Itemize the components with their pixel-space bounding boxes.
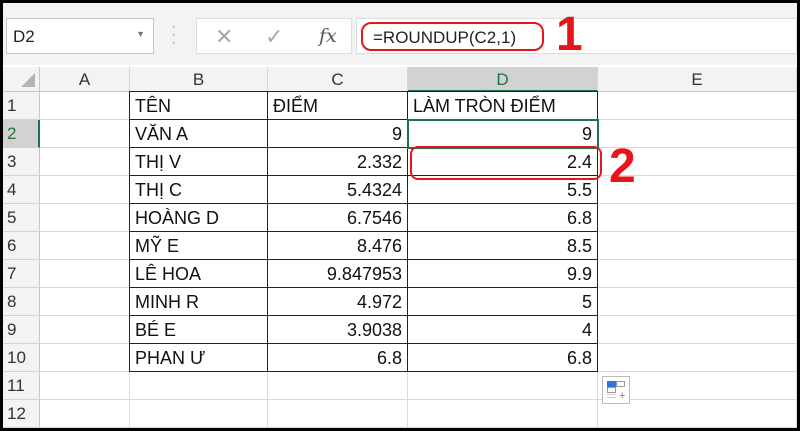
annotation-2: 2 bbox=[609, 140, 636, 193]
row-header-9[interactable]: 9 bbox=[3, 316, 40, 344]
cell-b7[interactable]: LÊ HOA bbox=[129, 259, 268, 288]
row-header-3[interactable]: 3 bbox=[3, 148, 40, 176]
cell-a8[interactable] bbox=[40, 288, 130, 316]
column-header-d[interactable]: D bbox=[408, 67, 598, 92]
selected-cell-d2[interactable] bbox=[407, 119, 599, 149]
row-header-6[interactable]: 6 bbox=[3, 232, 40, 260]
column-header-e[interactable]: E bbox=[598, 67, 797, 92]
cell-b10[interactable]: PHAN Ư bbox=[129, 343, 268, 372]
column-header-b[interactable]: B bbox=[130, 67, 268, 92]
row-header-8[interactable]: 8 bbox=[3, 288, 40, 316]
cell-e7[interactable] bbox=[598, 260, 797, 288]
row-header-2[interactable]: 2 bbox=[3, 120, 40, 148]
column-header-c[interactable]: C bbox=[268, 67, 408, 92]
chevron-down-icon[interactable]: ▼ bbox=[136, 29, 145, 39]
row-header-4[interactable]: 4 bbox=[3, 176, 40, 204]
cell-d5[interactable]: 6.8 bbox=[407, 203, 598, 232]
cell-c1[interactable]: ĐIỂM bbox=[267, 91, 408, 120]
cell-c7[interactable]: 9.847953 bbox=[267, 259, 408, 288]
formula-text[interactable]: =ROUNDUP(C2,1) bbox=[361, 22, 544, 51]
select-all-button[interactable] bbox=[3, 67, 40, 92]
row-header-7[interactable]: 7 bbox=[3, 260, 40, 288]
insert-function-icon[interactable]: fx bbox=[319, 25, 337, 47]
cell-d11[interactable] bbox=[408, 372, 598, 400]
cell-e8[interactable] bbox=[598, 288, 797, 316]
row-header-12[interactable]: 12 bbox=[3, 400, 40, 428]
quick-analysis-icon[interactable]: + bbox=[602, 376, 630, 404]
cell-e6[interactable] bbox=[598, 232, 797, 260]
cell-c10[interactable]: 6.8 bbox=[267, 343, 408, 372]
cell-d1[interactable]: LÀM TRÒN ĐIỂM bbox=[407, 91, 598, 120]
cell-c12[interactable] bbox=[268, 400, 408, 428]
cell-a7[interactable] bbox=[40, 260, 130, 288]
cell-b2[interactable]: VĂN A bbox=[129, 119, 268, 148]
drag-handle-icon[interactable]: · · · bbox=[171, 19, 179, 51]
cell-b8[interactable]: MINH R bbox=[129, 287, 268, 316]
cell-c5[interactable]: 6.7546 bbox=[267, 203, 408, 232]
cell-a10[interactable] bbox=[40, 344, 130, 372]
row-header-5[interactable]: 5 bbox=[3, 204, 40, 232]
name-box-value: D2 bbox=[13, 27, 35, 46]
formula-bar-area: D2 ▼ · · · ✕ ✓ fx =ROUNDUP(C2,1) 1 bbox=[3, 3, 797, 65]
cell-a5[interactable] bbox=[40, 204, 130, 232]
cell-c4[interactable]: 5.4324 bbox=[267, 175, 408, 204]
cell-e9[interactable] bbox=[598, 316, 797, 344]
cell-a1[interactable] bbox=[40, 92, 130, 120]
cell-b11[interactable] bbox=[130, 372, 268, 400]
cell-b9[interactable]: BÉ E bbox=[129, 315, 268, 344]
annotation-1: 1 bbox=[556, 8, 583, 61]
cell-a4[interactable] bbox=[40, 176, 130, 204]
cell-b12[interactable] bbox=[130, 400, 268, 428]
enter-icon[interactable]: ✓ bbox=[265, 24, 283, 50]
cell-b6[interactable]: MỸ E bbox=[129, 231, 268, 260]
row-header-10[interactable]: 10 bbox=[3, 344, 40, 372]
cell-d6[interactable]: 8.5 bbox=[407, 231, 598, 260]
cell-a11[interactable] bbox=[40, 372, 130, 400]
cell-b5[interactable]: HOÀNG D bbox=[129, 203, 268, 232]
formula-buttons: ✕ ✓ fx bbox=[196, 18, 352, 54]
cell-b4[interactable]: THỊ C bbox=[129, 175, 268, 204]
row-header-11[interactable]: 11 bbox=[3, 372, 40, 400]
cell-a9[interactable] bbox=[40, 316, 130, 344]
cell-b1[interactable]: TÊN bbox=[129, 91, 268, 120]
cancel-icon[interactable]: ✕ bbox=[215, 24, 233, 50]
excel-window: D2 ▼ · · · ✕ ✓ fx =ROUNDUP(C2,1) 1 A B C D E 1 TÊ… bbox=[3, 3, 797, 428]
highlight-d3 bbox=[410, 146, 602, 180]
cell-c3[interactable]: 2.332 bbox=[267, 147, 408, 176]
cell-e10[interactable] bbox=[598, 344, 797, 372]
cell-c8[interactable]: 4.972 bbox=[267, 287, 408, 316]
cell-d7[interactable]: 9.9 bbox=[407, 259, 598, 288]
cell-e12[interactable] bbox=[598, 400, 797, 428]
cell-a3[interactable] bbox=[40, 148, 130, 176]
cell-a2[interactable] bbox=[40, 120, 130, 148]
cell-c11[interactable] bbox=[268, 372, 408, 400]
cell-d9[interactable]: 4 bbox=[407, 315, 598, 344]
row-header-1[interactable]: 1 bbox=[3, 92, 40, 120]
cell-c6[interactable]: 8.476 bbox=[267, 231, 408, 260]
cell-d8[interactable]: 5 bbox=[407, 287, 598, 316]
cell-e1[interactable] bbox=[598, 92, 797, 120]
column-header-a[interactable]: A bbox=[40, 67, 130, 92]
cell-d10[interactable]: 6.8 bbox=[407, 343, 598, 372]
cell-b3[interactable]: THỊ V bbox=[129, 147, 268, 176]
cell-d12[interactable] bbox=[408, 400, 598, 428]
cell-c2[interactable]: 9 bbox=[267, 119, 408, 148]
cell-a6[interactable] bbox=[40, 232, 130, 260]
cell-c9[interactable]: 3.9038 bbox=[267, 315, 408, 344]
cell-e5[interactable] bbox=[598, 204, 797, 232]
cell-a12[interactable] bbox=[40, 400, 130, 428]
name-box[interactable]: D2 ▼ bbox=[6, 18, 154, 54]
